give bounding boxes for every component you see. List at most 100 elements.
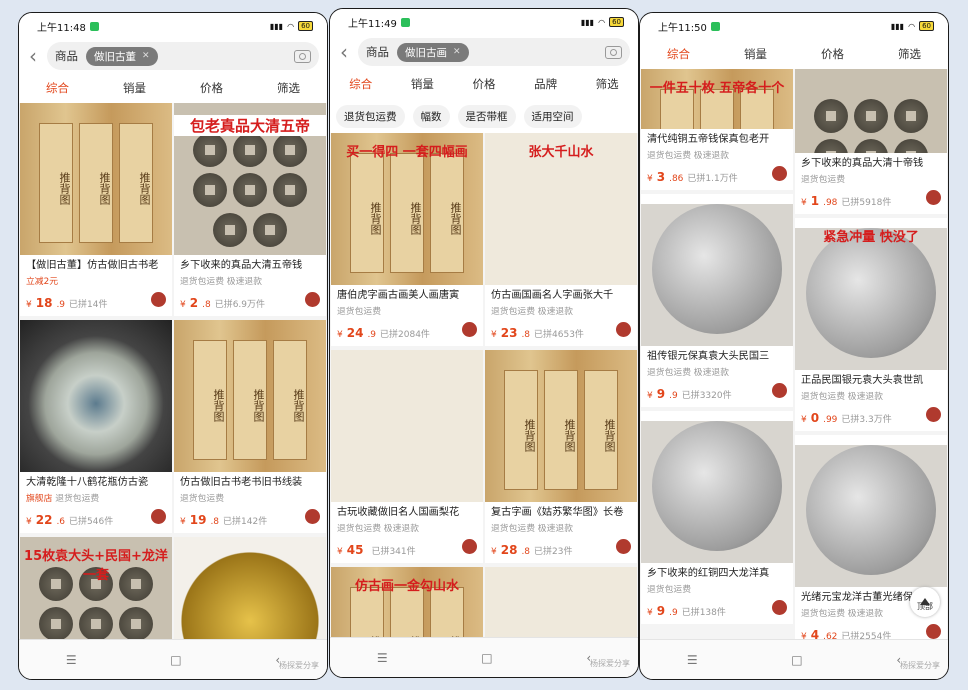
filter-chip[interactable]: 适用空间 [523,104,582,128]
product-card[interactable]: 推背图 推背图 推背图 仿古做旧古书老书旧书线装 退货包运费 ¥19.8 已拼142件 [174,320,326,533]
back-to-top-button[interactable]: 顶部 [910,587,940,617]
sort-3[interactable]: 筛选 [898,46,921,62]
product-image[interactable]: 推背图推背图推背图仿古画一金勾山水 [331,567,483,647]
product-image[interactable] [331,350,483,502]
filter-chip[interactable]: 是否带框 [457,104,516,128]
product-card[interactable]: 推背图 推背图 推背图 复古字画《姑苏繁华图》长卷 退货包运费 极速退款 ¥28.8 已拼2… [485,350,637,563]
search-box[interactable]: 商品 做旧古董 ✕ [47,42,319,70]
buyer-avatar [305,509,320,524]
product-card[interactable]: 大清乾隆十八鹤花瓶仿古瓷 旗舰店 退货包运费 ¥22.6 已拼546件 [20,320,172,533]
product-card[interactable] [485,567,637,647]
sort-2[interactable]: 价格 [472,76,495,92]
product-grid: 推背图 推背图 推背图 【做旧古董】仿古做旧古书老 立减2元 ¥18.9 已拼14件 大清乾… [19,103,327,657]
product-image[interactable]: 推背图 推背图 推背图 买一得四 一套四幅画 [331,133,483,285]
product-tags: 退货包运费 极速退款 [801,390,941,404]
query-chip[interactable]: 做旧古画 ✕ [397,42,469,62]
product-image[interactable]: 推背图 推背图 推背图 [20,103,172,255]
camera-icon[interactable] [294,49,311,63]
query-chip[interactable]: 做旧古董 ✕ [86,46,158,66]
product-image[interactable]: 推背图推背图推背图一件五十枚 五帝各十个 [641,69,793,129]
product-image[interactable] [641,194,793,346]
product-image[interactable] [485,567,637,647]
buyer-avatar [926,407,941,422]
camera-icon[interactable] [605,45,622,59]
product-info: 复古字画《姑苏繁华图》长卷 退货包运费 极速退款 ¥28.8 已拼23件 [485,502,637,563]
sort-1[interactable]: 销量 [411,76,434,92]
product-card[interactable]: 推背图 推背图 推背图 买一得四 一套四幅画 唐伯虎字画古画美人画唐寅 退货包运费 ¥24… [331,133,483,346]
product-title: 清代纯铜五帝钱保真包老开 [647,134,770,145]
product-card[interactable]: 张大千山水 仿古画国画名人字画张大千 退货包运费 极速退款 ¥23.8 已拼4653件 [485,133,637,346]
price-dec: .9 [367,330,377,340]
back-icon[interactable]: ‹ [29,46,41,66]
menu-icon[interactable]: ☰ [66,653,77,667]
tag: 退货包运费 [337,524,381,534]
price-row: ¥24.9 已拼2084件 [337,322,477,340]
buyer-avatar [462,322,477,337]
product-image[interactable]: 包老真品大清五帝 [174,103,326,255]
status-time: 上午11:48 [37,22,86,34]
paper-art: 推背图推背图推背图 [20,103,172,255]
price-dec: .6 [56,517,66,527]
menu-icon[interactable]: ☰ [687,653,698,667]
product-card[interactable]: 包老真品大清五帝 乡下收来的真品大清五帝钱 退货包运费 极速退款 ¥2.8 已拼6.9万… [174,103,326,316]
back-icon[interactable]: ‹ [340,42,352,62]
tag: 退货包运费 [647,585,691,595]
product-card[interactable]: 祖传银元保真袁大头民国三 退货包运费 极速退款 ¥9.9 已拼3320件 [641,194,793,407]
currency-icon: ¥ [647,174,653,184]
product-card[interactable]: 推背图推背图推背图一件五十枚 五帝各十个清代纯铜五帝钱保真包老开退货包运费 极速… [641,69,793,190]
product-image[interactable]: 紧急冲量 快没了 [795,218,947,370]
price-dec: .9 [669,391,678,401]
coin-icon [273,173,307,207]
product-card[interactable]: 推背图 推背图 推背图 【做旧古董】仿古做旧古书老 立减2元 ¥18.9 已拼14件 [20,103,172,316]
sort-3[interactable]: 品牌 [534,76,557,92]
sort-1[interactable]: 销量 [744,46,767,62]
price-row: ¥0.99 已拼3.3万件 [801,407,941,425]
product-image[interactable] [641,411,793,563]
category-select[interactable]: 商品 [366,44,389,60]
search-box[interactable]: 商品 做旧古画 ✕ [358,38,630,66]
category-select[interactable]: 商品 [55,48,78,64]
filter-bar: 退货包运费 幅数 是否带框 适用空间 [330,99,638,133]
product-card[interactable]: 乡下收来的红铜四大龙洋真 退货包运费 ¥9.9 已拼138件 [641,411,793,624]
coin-icon [39,607,73,641]
buyer-avatar [926,624,941,639]
product-info: 古玩收藏做旧名人国画梨花 退货包运费 极速退款 ¥45 已拼341件 [331,502,483,563]
home-icon[interactable]: □ [170,653,181,667]
scroll-art [485,567,637,647]
clear-icon[interactable]: ✕ [453,47,461,57]
sort-0[interactable]: 综合 [349,76,372,92]
home-icon[interactable]: □ [791,653,802,667]
sort-0[interactable]: 综合 [46,80,69,96]
sort-2[interactable]: 价格 [821,46,844,62]
sort-0[interactable]: 综合 [667,46,690,62]
status-bar: 上午11:48 ▮▮▮ ◠ 60 [19,13,327,39]
product-tags: 立减2元 [26,275,166,289]
product-image[interactable]: 张大千山水 [485,133,637,285]
tag: 极速退款 [226,277,262,287]
product-tags: 退货包运费 极速退款 [491,522,631,536]
product-image[interactable] [20,320,172,472]
sort-2[interactable]: 价格 [200,80,223,96]
product-card[interactable]: 推背图推背图推背图仿古画一金勾山水 [331,567,483,647]
product-card[interactable]: 紧急冲量 快没了 正品民国银元袁大头袁世凯 退货包运费 极速退款 ¥0.99 已拼3.3… [795,218,947,431]
product-image[interactable] [795,435,947,587]
product-image[interactable]: 推背图 推背图 推背图 [485,350,637,502]
sort-1[interactable]: 销量 [123,80,146,96]
product-info: 大清乾隆十八鹤花瓶仿古瓷 旗舰店 退货包运费 ¥22.6 已拼546件 [20,472,172,533]
product-card[interactable]: 乡下收来的真品大清十帝钱 退货包运费 ¥1.98 已拼5918件 [795,69,947,214]
status-left: 上午11:50 [658,19,720,34]
menu-icon[interactable]: ☰ [377,651,388,665]
home-icon[interactable]: □ [481,651,492,665]
sort-4[interactable]: 筛选 [596,76,619,92]
filter-chip[interactable]: 幅数 [412,104,450,128]
price-row: ¥22.6 已拼546件 [26,509,166,527]
clear-icon[interactable]: ✕ [142,51,150,61]
filter-chip[interactable]: 退货包运费 [336,104,405,128]
sort-3[interactable]: 筛选 [277,80,300,96]
product-card[interactable]: 古玩收藏做旧名人国画梨花 退货包运费 极速退款 ¥45 已拼341件 [331,350,483,563]
watermark: 杨探爱分享 [279,661,319,670]
product-image[interactable]: 推背图 推背图 推背图 [174,320,326,472]
product-image[interactable] [795,69,947,153]
currency-icon: ¥ [801,415,807,425]
tag: 退货包运费 [55,494,100,504]
